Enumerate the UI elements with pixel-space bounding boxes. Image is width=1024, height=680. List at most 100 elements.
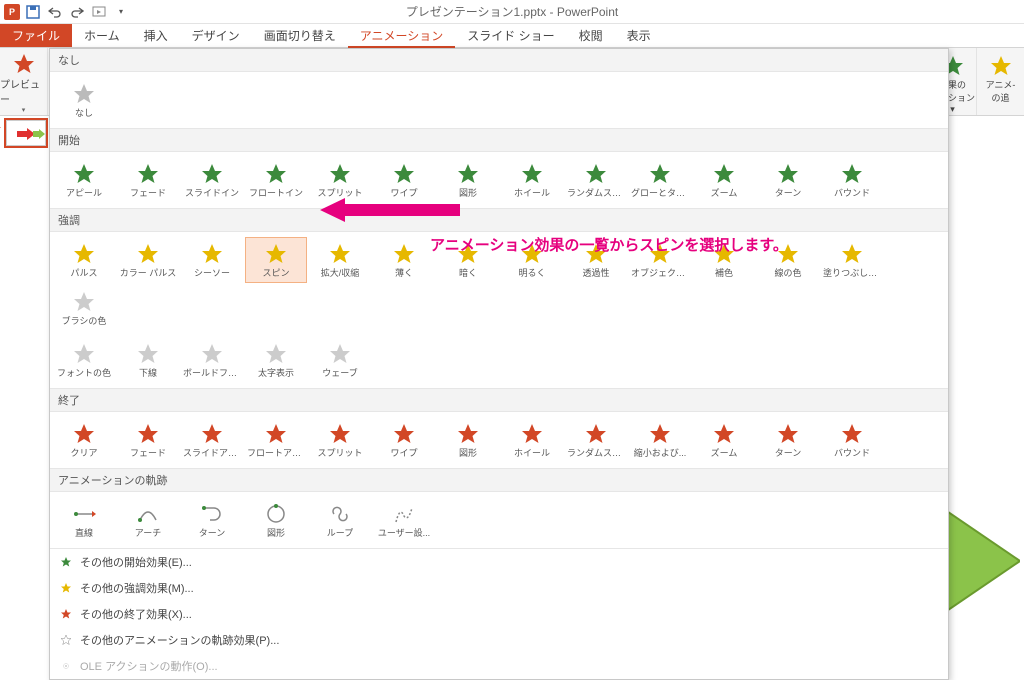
animation-exit-item[interactable]: 縮小および... — [629, 417, 691, 463]
star-icon — [60, 608, 72, 620]
more-exit-effects[interactable]: その他の終了効果(X)... — [50, 601, 948, 627]
animation-motion-item[interactable]: ユーザー設... — [373, 497, 435, 543]
animation-emphasis-item[interactable]: フォントの色 — [53, 337, 115, 383]
animation-exit-item[interactable]: スライドアウト — [181, 417, 243, 463]
tab-slideshow[interactable]: スライド ショー — [455, 24, 566, 47]
animation-entrance-item[interactable]: ワイプ — [373, 157, 435, 203]
animation-emphasis-item[interactable]: オブジェクト ... — [629, 237, 691, 283]
animation-entrance-item[interactable]: グローとターン — [629, 157, 691, 203]
animation-motion-item[interactable]: 直線 — [53, 497, 115, 543]
tab-home[interactable]: ホーム — [72, 24, 132, 47]
tab-review[interactable]: 校閲 — [567, 24, 615, 47]
animation-entrance-item[interactable]: バウンド — [821, 157, 883, 203]
animation-item-label: 太字表示 — [258, 366, 294, 379]
start-from-beginning-icon[interactable] — [90, 3, 108, 21]
star-icon — [72, 422, 96, 446]
animation-emphasis-item[interactable]: 暗く — [437, 237, 499, 283]
animation-entrance-item[interactable]: アピール — [53, 157, 115, 203]
customize-qat-dropdown-icon[interactable]: ▾ — [112, 3, 130, 21]
animation-none[interactable]: なし — [53, 77, 115, 123]
animation-emphasis-item[interactable]: 明るく — [501, 237, 563, 283]
tab-animations[interactable]: アニメーション — [348, 24, 456, 48]
animation-emphasis-item[interactable]: 太字表示 — [245, 337, 307, 383]
star-icon — [648, 242, 672, 266]
animation-entrance-item[interactable]: ランダムスト... — [565, 157, 627, 203]
star-icon — [776, 422, 800, 446]
tab-file[interactable]: ファイル — [0, 24, 72, 47]
more-motion-path-effects[interactable]: その他のアニメーションの軌跡効果(P)... — [50, 627, 948, 653]
animation-item-label: ランダムスト... — [567, 186, 625, 199]
animation-exit-item[interactable]: フロートアウト — [245, 417, 307, 463]
animation-emphasis-item[interactable]: シーソー — [181, 237, 243, 283]
animation-emphasis-item[interactable]: ボールドフラ... — [181, 337, 243, 383]
ole-action-verbs: OLE アクションの動作(O)... — [50, 653, 948, 679]
preview-button[interactable]: プレビュー ▾ — [0, 52, 47, 114]
star-icon — [584, 162, 608, 186]
animation-exit-item[interactable]: ランダムスト... — [565, 417, 627, 463]
animation-item-label: スプリット — [317, 186, 362, 199]
animation-exit-item[interactable]: ホイール — [501, 417, 563, 463]
animation-motion-item[interactable]: ターン — [181, 497, 243, 543]
animation-item-label: ターン — [199, 526, 226, 539]
tab-view[interactable]: 表示 — [615, 24, 663, 47]
animation-entrance-item[interactable]: フロートイン — [245, 157, 307, 203]
slide-thumbnail-1[interactable] — [6, 120, 46, 146]
animation-item-label: パルス — [70, 266, 97, 279]
add-animation-button[interactable]: アニメ- の追 — [976, 48, 1024, 115]
more-emphasis-effects[interactable]: その他の強調効果(M)... — [50, 575, 948, 601]
animation-motion-item[interactable]: ループ — [309, 497, 371, 543]
animation-exit-item[interactable]: ワイプ — [373, 417, 435, 463]
animation-exit-item[interactable]: 図形 — [437, 417, 499, 463]
gallery-footer: その他の開始効果(E)... その他の強調効果(M)... その他の終了効果(X… — [50, 548, 948, 679]
animation-entrance-item[interactable]: ターン — [757, 157, 819, 203]
animation-motion-item[interactable]: アーチ — [117, 497, 179, 543]
animation-gallery-dropdown: なし なし 開始 アピールフェードスライドインフロートインスプリットワイプ図形ホ… — [49, 48, 949, 680]
animation-emphasis-item[interactable]: カラー パルス — [117, 237, 179, 283]
animation-entrance-item[interactable]: フェード — [117, 157, 179, 203]
animation-emphasis-item[interactable]: スピン — [245, 237, 307, 283]
animation-entrance-item[interactable]: 図形 — [437, 157, 499, 203]
gallery-section-motion: アニメーションの軌跡 — [50, 468, 948, 492]
star-icon — [520, 422, 544, 446]
animation-exit-item[interactable]: スプリット — [309, 417, 371, 463]
tab-transitions[interactable]: 画面切り替え — [252, 24, 348, 47]
animation-entrance-item[interactable]: ホイール — [501, 157, 563, 203]
star-icon — [200, 422, 224, 446]
animation-item-label: バウンド — [834, 186, 870, 199]
animation-item-label: フォントの色 — [57, 366, 111, 379]
tab-insert[interactable]: 挿入 — [132, 24, 180, 47]
quick-access-toolbar: P ▾ — [0, 3, 130, 21]
undo-icon[interactable] — [46, 3, 64, 21]
animation-emphasis-item[interactable]: 薄く — [373, 237, 435, 283]
more-entrance-effects[interactable]: その他の開始効果(E)... — [50, 549, 948, 575]
animation-emphasis-item[interactable]: 補色 — [693, 237, 755, 283]
animation-exit-item[interactable]: ターン — [757, 417, 819, 463]
star-icon — [60, 556, 72, 568]
animation-entrance-item[interactable]: ズーム — [693, 157, 755, 203]
animation-motion-item[interactable]: 図形 — [245, 497, 307, 543]
save-icon[interactable] — [24, 3, 42, 21]
animation-emphasis-item[interactable]: 下線 — [117, 337, 179, 383]
animation-emphasis-item[interactable]: ブラシの色 — [53, 285, 115, 331]
gallery-section-entrance: 開始 — [50, 128, 948, 152]
animation-item-label: 暗く — [459, 266, 477, 279]
tab-design[interactable]: デザイン — [180, 24, 252, 47]
animation-item-label: アピール — [66, 186, 102, 199]
star-icon — [60, 634, 72, 646]
animation-emphasis-item[interactable]: パルス — [53, 237, 115, 283]
animation-exit-item[interactable]: クリア — [53, 417, 115, 463]
animation-emphasis-item[interactable]: 線の色 — [757, 237, 819, 283]
animation-exit-item[interactable]: ズーム — [693, 417, 755, 463]
animation-emphasis-item[interactable]: ウェーブ — [309, 337, 371, 383]
animation-exit-item[interactable]: バウンド — [821, 417, 883, 463]
redo-icon[interactable] — [68, 3, 86, 21]
animation-emphasis-item[interactable]: 塗りつぶしの色 — [821, 237, 883, 283]
powerpoint-app-icon: P — [4, 4, 20, 20]
animation-emphasis-item[interactable]: 透過性 — [565, 237, 627, 283]
animation-exit-item[interactable]: フェード — [117, 417, 179, 463]
animation-item-label: ウェーブ — [322, 366, 357, 379]
more-entrance-label: その他の開始効果(E)... — [80, 554, 192, 570]
animation-entrance-item[interactable]: スライドイン — [181, 157, 243, 203]
animation-entrance-item[interactable]: スプリット — [309, 157, 371, 203]
animation-emphasis-item[interactable]: 拡大/収縮 — [309, 237, 371, 283]
